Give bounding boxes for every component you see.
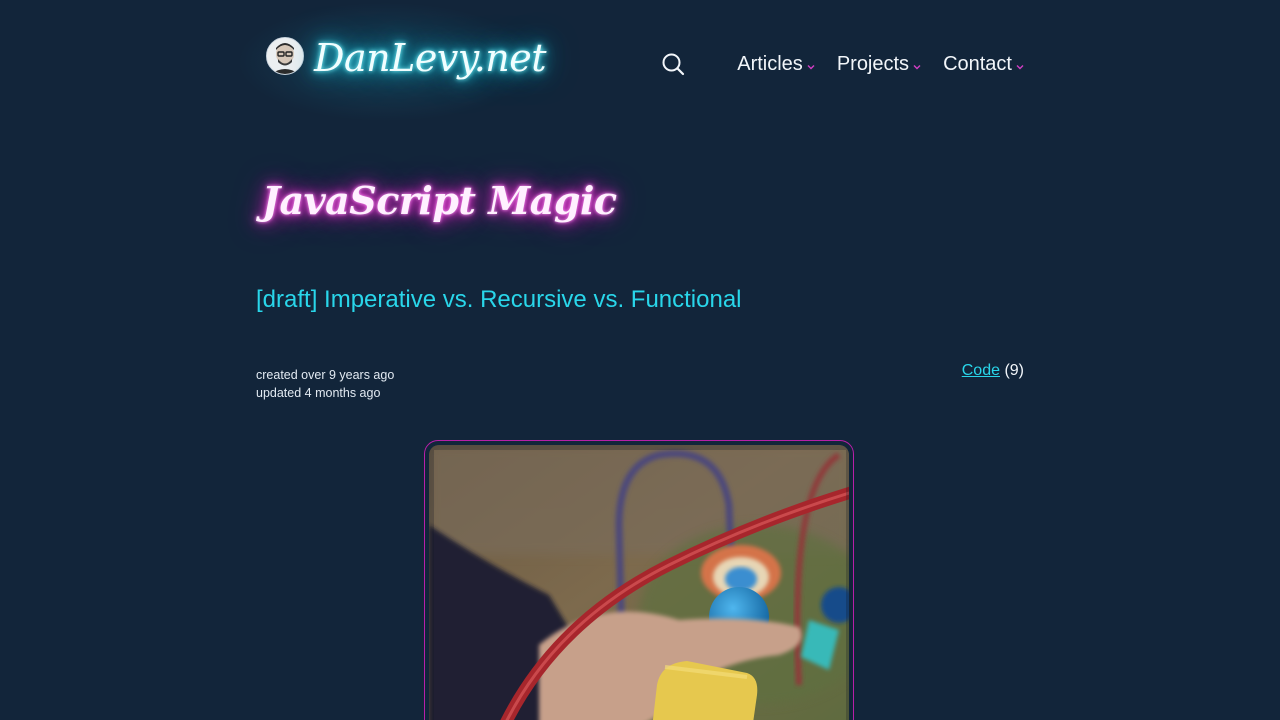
category-heading[interactable]: JavaScript Magic: [262, 178, 617, 223]
nav-articles[interactable]: Articles: [737, 53, 815, 76]
nav-contact-label: Contact: [943, 52, 1012, 75]
brand-link[interactable]: DanLevy.net: [235, 2, 547, 122]
article-title-link[interactable]: [draft] Imperative vs. Recursive vs. Fun…: [256, 286, 742, 314]
avatar: [266, 37, 304, 75]
created-date: created over 9 years ago: [256, 368, 395, 382]
chevron-down-icon: [1016, 65, 1024, 70]
main-nav: Articles Projects Contact: [659, 22, 1024, 106]
nav-projects-label: Projects: [836, 52, 910, 75]
chevron-down-icon: [913, 65, 921, 70]
hero-image: [429, 445, 849, 720]
hero-image-frame: [424, 440, 854, 720]
site-header: DanLevy.net Articles Projects Contact: [235, 2, 1024, 122]
chevron-down-icon: [807, 65, 815, 70]
tag-code-link[interactable]: Code: [962, 362, 1000, 379]
search-icon: [662, 53, 685, 76]
nav-contact[interactable]: Contact: [943, 53, 1024, 76]
tag-list: Code (9): [962, 362, 1024, 380]
tag-count: (9): [1004, 362, 1024, 379]
search-button[interactable]: [659, 50, 687, 78]
brand-name: DanLevy.net: [314, 36, 547, 80]
nav-projects[interactable]: Projects: [837, 53, 921, 76]
nav-articles-label: Articles: [737, 52, 803, 75]
article-meta: created over 9 years ago updated 4 month…: [256, 366, 394, 402]
updated-date: updated 4 months ago: [256, 386, 381, 400]
page: DanLevy.net Articles Projects Contact Ja…: [0, 0, 1280, 720]
